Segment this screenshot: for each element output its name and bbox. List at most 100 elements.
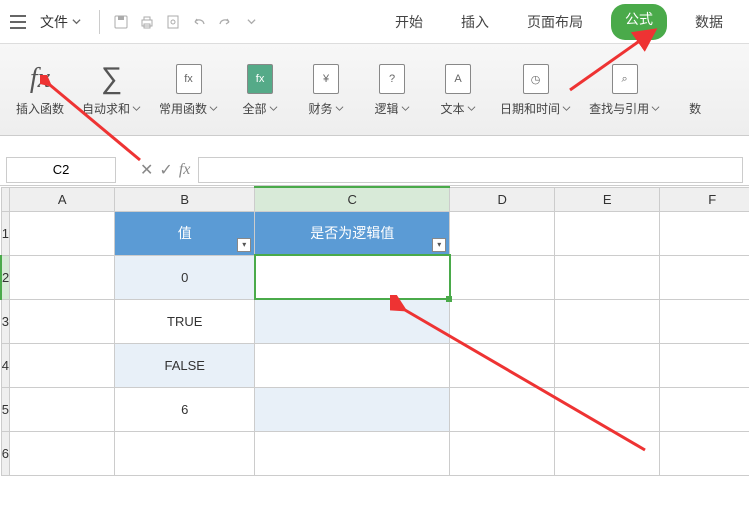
cell-d1[interactable]: [450, 211, 555, 255]
autosum-button[interactable]: ∑ 自动求和: [76, 58, 147, 121]
row-header-1[interactable]: 1: [1, 211, 10, 255]
formula-input[interactable]: [198, 157, 743, 183]
math-fn-button[interactable]: 数: [672, 58, 718, 121]
datetime-fn-label: 日期和时间: [500, 100, 560, 117]
cancel-icon[interactable]: ✕: [140, 160, 153, 180]
filter-button-b[interactable]: ▾: [237, 238, 251, 252]
divider: [99, 10, 100, 34]
row-header-6[interactable]: 6: [1, 431, 10, 475]
cell-e4[interactable]: [555, 343, 660, 387]
cell-e2[interactable]: [555, 255, 660, 299]
cell-b2[interactable]: 0: [115, 255, 255, 299]
cell-a6[interactable]: [10, 431, 115, 475]
cell-e6[interactable]: [555, 431, 660, 475]
redo-icon[interactable]: [214, 11, 236, 33]
datetime-fn-button[interactable]: ◷ 日期和时间: [494, 58, 577, 121]
cell-d6[interactable]: [450, 431, 555, 475]
file-label: 文件: [40, 12, 68, 32]
cell-c3[interactable]: [255, 299, 450, 343]
cell-d5[interactable]: [450, 387, 555, 431]
cell-b3[interactable]: TRUE: [115, 299, 255, 343]
text-fn-icon: A: [441, 62, 475, 96]
logic-fn-icon: ?: [375, 62, 409, 96]
cell-f2[interactable]: [660, 255, 749, 299]
cell-e5[interactable]: [555, 387, 660, 431]
cell-c4[interactable]: [255, 343, 450, 387]
cell-f6[interactable]: [660, 431, 749, 475]
cell-b1[interactable]: 值▾: [115, 211, 255, 255]
menubar: 文件 开始 插入 页面布局 公式 数据: [0, 0, 749, 44]
cell-f3[interactable]: [660, 299, 749, 343]
finance-fn-button[interactable]: ¥ 财务: [296, 58, 356, 121]
row-header-4[interactable]: 4: [1, 343, 10, 387]
cell-b6[interactable]: [115, 431, 255, 475]
tab-data[interactable]: 数据: [685, 4, 733, 40]
insert-function-label: 插入函数: [16, 100, 64, 117]
col-header-b[interactable]: B: [115, 187, 255, 211]
spreadsheet-grid[interactable]: A B C D E F 1 值▾ 是否为逻辑值▾ 2 0 3 TRUE 4 FA…: [0, 186, 749, 476]
common-fn-label: 常用函数: [159, 100, 207, 117]
col-header-d[interactable]: D: [450, 187, 555, 211]
cell-e3[interactable]: [555, 299, 660, 343]
cell-a3[interactable]: [10, 299, 115, 343]
autosum-label: 自动求和: [82, 100, 130, 117]
row-header-3[interactable]: 3: [1, 299, 10, 343]
logic-fn-label: 逻辑: [375, 100, 399, 117]
save-icon[interactable]: [110, 11, 132, 33]
common-fn-button[interactable]: fx 常用函数: [153, 58, 224, 121]
cell-d3[interactable]: [450, 299, 555, 343]
preview-icon[interactable]: [162, 11, 184, 33]
cell-a1[interactable]: [10, 211, 115, 255]
cell-b5[interactable]: 6: [115, 387, 255, 431]
datetime-fn-icon: ◷: [519, 62, 553, 96]
col-header-c[interactable]: C: [255, 187, 450, 211]
cell-c2[interactable]: [255, 255, 450, 299]
tab-start[interactable]: 开始: [385, 4, 433, 40]
tab-insert[interactable]: 插入: [451, 4, 499, 40]
col-header-a[interactable]: A: [10, 187, 115, 211]
file-menu[interactable]: 文件: [32, 8, 89, 36]
fx-small-icon[interactable]: fx: [179, 161, 191, 179]
cell-f5[interactable]: [660, 387, 749, 431]
qat-dropdown-icon[interactable]: [240, 11, 262, 33]
cell-e1[interactable]: [555, 211, 660, 255]
cell-c1[interactable]: 是否为逻辑值▾: [255, 211, 450, 255]
cell-d4[interactable]: [450, 343, 555, 387]
cell-a5[interactable]: [10, 387, 115, 431]
cell-f4[interactable]: [660, 343, 749, 387]
text-fn-button[interactable]: A 文本: [428, 58, 488, 121]
cell-a4[interactable]: [10, 343, 115, 387]
finance-fn-icon: ¥: [309, 62, 343, 96]
name-box[interactable]: C2: [6, 157, 116, 183]
tab-layout[interactable]: 页面布局: [517, 4, 593, 40]
cell-a2[interactable]: [10, 255, 115, 299]
math-fn-label: 数: [689, 100, 701, 117]
cell-f1[interactable]: [660, 211, 749, 255]
row-header-5[interactable]: 5: [1, 387, 10, 431]
fx-icon: fx: [23, 62, 57, 96]
row-header-2[interactable]: 2: [1, 255, 10, 299]
cell-b4[interactable]: FALSE: [115, 343, 255, 387]
lookup-fn-icon: ⌕: [608, 62, 642, 96]
logic-fn-button[interactable]: ? 逻辑: [362, 58, 422, 121]
insert-function-button[interactable]: fx 插入函数: [10, 58, 70, 121]
cell-c5[interactable]: [255, 387, 450, 431]
lookup-fn-button[interactable]: ⌕ 查找与引用: [583, 58, 666, 121]
text-fn-label: 文本: [441, 100, 465, 117]
col-header-e[interactable]: E: [555, 187, 660, 211]
cell-c6[interactable]: [255, 431, 450, 475]
confirm-icon[interactable]: ✓: [159, 160, 172, 180]
all-fn-button[interactable]: fx 全部: [230, 58, 290, 121]
tab-formula[interactable]: 公式: [611, 4, 667, 40]
formula-bar: C2 ✕ ✓ fx: [0, 154, 749, 186]
col-header-f[interactable]: F: [660, 187, 749, 211]
undo-icon[interactable]: [188, 11, 210, 33]
finance-fn-label: 财务: [309, 100, 333, 117]
print-icon[interactable]: [136, 11, 158, 33]
select-all-corner[interactable]: [1, 187, 10, 211]
ribbon: fx 插入函数 ∑ 自动求和 fx 常用函数 fx 全部 ¥ 财务 ? 逻辑 A…: [0, 44, 749, 136]
all-fn-icon: fx: [243, 62, 277, 96]
cell-d2[interactable]: [450, 255, 555, 299]
filter-button-c[interactable]: ▾: [432, 238, 446, 252]
hamburger-icon[interactable]: [8, 12, 28, 32]
